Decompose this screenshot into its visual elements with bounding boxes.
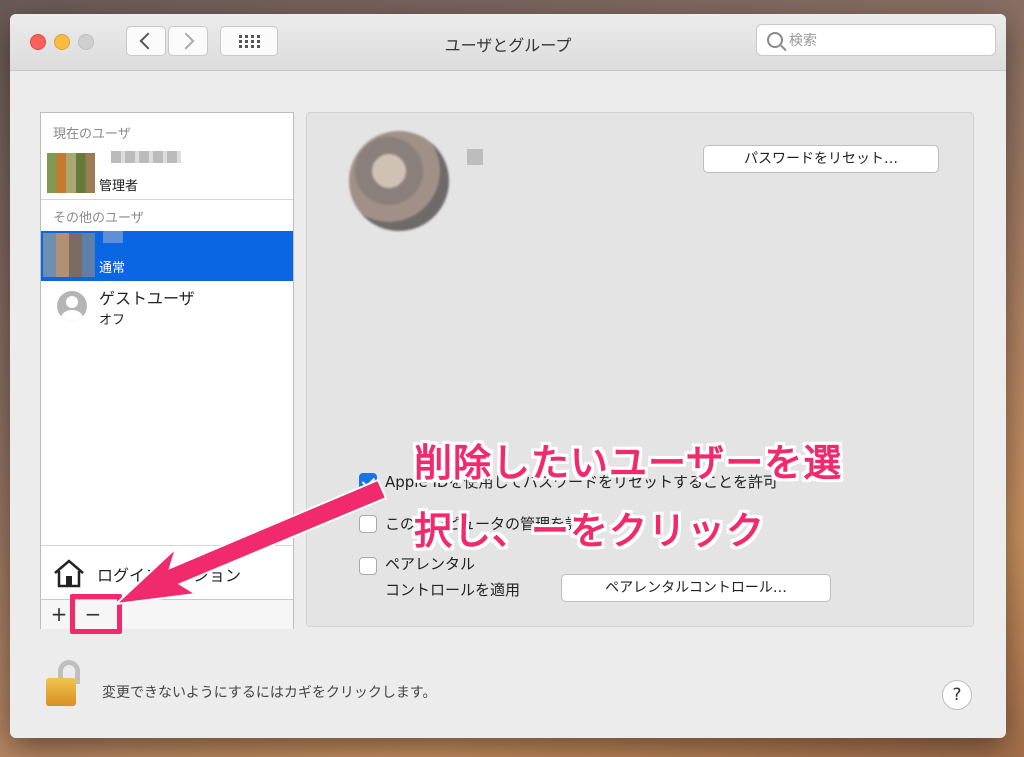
lock-hint-text: 変更できないようにするにはカギをクリックします。 — [102, 685, 437, 701]
house-icon — [54, 559, 84, 588]
other-users-label: その他のユーザ — [53, 211, 144, 226]
admin-checkbox[interactable] — [359, 515, 377, 533]
lock-icon — [46, 678, 76, 706]
parental-controls-button[interactable]: ペアレンタルコントロール… — [561, 574, 831, 602]
search-icon — [767, 32, 783, 48]
help-button[interactable]: ? — [942, 680, 972, 710]
add-user-button[interactable]: + — [45, 600, 73, 628]
user-picture[interactable] — [349, 131, 449, 231]
minus-highlight-box — [70, 594, 122, 634]
parental-controls-label-line1: ペアレンタル — [385, 555, 476, 573]
user-name-blurred — [467, 149, 483, 165]
parental-controls-checkbox[interactable] — [359, 557, 377, 575]
reset-password-button[interactable]: パスワードをリセット… — [703, 145, 939, 173]
divider — [41, 199, 293, 200]
user-list: 現在のユーザ 管理者 その他のユーザ 通常 ゲストユーザ オフ ログインオプショ… — [40, 112, 294, 629]
guest-user-icon — [57, 291, 87, 321]
search-field[interactable] — [756, 24, 996, 56]
current-users-label: 現在のユーザ — [53, 127, 131, 142]
list-item-selected-user[interactable]: 通常 — [41, 231, 293, 281]
title-bar: ユーザとグループ — [10, 14, 1006, 71]
login-options-item[interactable]: ログインオプション — [41, 545, 293, 600]
list-item-current-user[interactable]: 管理者 — [41, 145, 293, 195]
apple-id-reset-checkbox[interactable] — [359, 473, 377, 491]
annotation-line1: 削除したいユーザーを選 — [414, 441, 843, 485]
annotation-line2: 択し、ーをクリック — [414, 509, 766, 553]
preferences-window: ユーザとグループ 現在のユーザ 管理者 その他のユーザ 通常 ゲストユーザ オフ — [10, 14, 1006, 738]
search-input[interactable] — [787, 29, 991, 53]
user-name-blurred — [103, 231, 123, 243]
list-item-guest-user[interactable]: ゲストユーザ オフ — [41, 281, 293, 331]
user-role: 通常 — [99, 261, 126, 276]
parental-controls-label-line2: コントロールを適用 — [385, 581, 521, 599]
lock-button[interactable] — [38, 658, 90, 710]
guest-user-status: オフ — [99, 313, 126, 328]
user-role: 管理者 — [99, 179, 139, 194]
login-options-label: ログインオプション — [97, 566, 242, 585]
avatar — [43, 233, 95, 277]
guest-user-name: ゲストユーザ — [99, 289, 195, 308]
avatar — [47, 153, 95, 193]
user-name-blurred — [111, 151, 181, 163]
